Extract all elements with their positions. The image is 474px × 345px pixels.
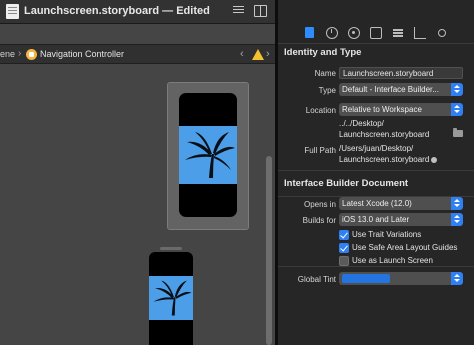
location-label: Location [305, 106, 336, 115]
storyboard-document-icon [6, 4, 19, 19]
quick-help-icon[interactable] [348, 27, 360, 39]
safe-area-checkbox[interactable] [339, 243, 349, 253]
reveal-arrow-icon[interactable] [431, 156, 438, 163]
chevron-left-icon[interactable]: ‹ [240, 48, 244, 60]
breadcrumb-navigation-controller[interactable]: Navigation Controller [40, 49, 124, 59]
navigation-controller-icon [26, 49, 37, 60]
popup-arrows-icon [451, 197, 463, 210]
name-label: Name [314, 69, 336, 78]
global-tint-label: Global Tint [297, 275, 336, 284]
full-path-line2-wrap: Launchscreen.storyboard [339, 155, 438, 165]
launch-screen-label[interactable]: Use as Launch Screen [352, 256, 433, 265]
popup-arrows-icon [451, 213, 463, 226]
chevron-right-icon[interactable]: › [266, 48, 270, 60]
inspector-pane: Identity and Type Name Launchscreen.stor… [278, 0, 474, 345]
palm-tree-image [149, 276, 193, 320]
safe-area-label[interactable]: Use Safe Area Layout Guides [352, 243, 457, 252]
device-preview-secondary[interactable] [149, 252, 193, 345]
history-inspector-icon[interactable] [326, 27, 338, 39]
launch-screen-checkbox[interactable] [339, 256, 349, 266]
connections-inspector-icon[interactable] [436, 27, 448, 39]
trait-variations-label[interactable]: Use Trait Variations [352, 230, 421, 239]
popup-arrows-icon [451, 272, 463, 285]
opens-in-popup[interactable]: Latest Xcode (12.0) [339, 197, 463, 210]
launch-screen-scene[interactable] [167, 82, 249, 230]
tint-color-swatch [342, 274, 390, 283]
builds-for-popup[interactable]: iOS 13.0 and Later [339, 213, 463, 226]
trait-variations-checkbox[interactable] [339, 230, 349, 240]
section-heading-interface-builder: Interface Builder Document [284, 178, 409, 189]
folder-icon[interactable] [453, 128, 463, 137]
opens-in-label: Opens in [303, 200, 336, 209]
popup-arrows-icon [451, 103, 463, 116]
builds-for-value: iOS 13.0 and Later [342, 215, 410, 224]
type-label: Type [318, 86, 336, 95]
type-value: Default - Interface Builder... [342, 85, 439, 94]
warning-icon[interactable] [252, 49, 264, 60]
relative-path-line1: ../../Desktop/ [339, 119, 384, 128]
popup-arrows-icon [451, 83, 463, 96]
device-preview [179, 93, 237, 217]
window-title: Launchscreen.storyboard — Edited [24, 5, 210, 17]
full-path-line1: /Users/juan/Desktop/ [339, 144, 414, 153]
editor-options-icon[interactable] [233, 6, 244, 16]
section-divider [278, 266, 474, 267]
name-field[interactable]: Launchscreen.storyboard [339, 67, 463, 79]
scene-handle[interactable] [160, 247, 182, 250]
attributes-inspector-icon[interactable] [392, 27, 404, 39]
builds-for-label: Builds for [302, 216, 336, 225]
global-tint-popup[interactable] [339, 272, 463, 285]
section-divider [278, 170, 474, 171]
type-popup[interactable]: Default - Interface Builder... [339, 83, 463, 96]
location-value: Relative to Workspace [342, 105, 422, 114]
breadcrumb-scene[interactable]: ene [0, 49, 15, 59]
palm-tree-image [179, 126, 237, 184]
opens-in-value: Latest Xcode (12.0) [342, 199, 412, 208]
vertical-scrollbar[interactable] [266, 156, 272, 345]
editor-title-bar: Launchscreen.storyboard — Edited [0, 0, 275, 24]
chevron-right-icon: › [18, 48, 22, 59]
canvas-pane[interactable]: Launchscreen.storyboard — Edited ene › N… [0, 0, 275, 345]
jump-bar: ene › Navigation Controller ‹ › [0, 44, 275, 64]
full-path-line2: Launchscreen.storyboard [339, 155, 430, 164]
add-editor-icon[interactable] [254, 5, 267, 17]
location-popup[interactable]: Relative to Workspace [339, 103, 463, 116]
section-heading-identity: Identity and Type [284, 47, 362, 58]
file-inspector-icon[interactable] [304, 27, 316, 39]
identity-inspector-icon[interactable] [370, 27, 382, 39]
size-inspector-icon[interactable] [414, 27, 426, 39]
inspector-tab-bar [278, 22, 474, 44]
full-path-label: Full Path [304, 146, 336, 155]
relative-path-line2: Launchscreen.storyboard [339, 130, 430, 139]
